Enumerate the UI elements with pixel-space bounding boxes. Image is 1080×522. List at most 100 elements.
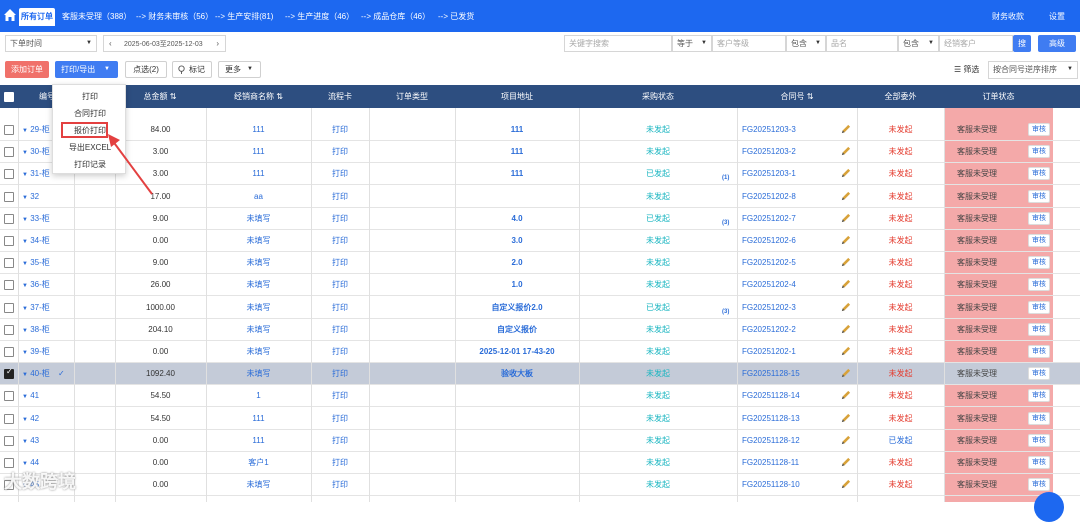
contract-no[interactable]: FG20251128-12 [742, 430, 800, 452]
expand-caret-icon[interactable]: ▼ [22, 128, 28, 134]
row-checkbox[interactable] [4, 258, 14, 269]
audit-button[interactable]: 审核 [1028, 189, 1050, 203]
table-row[interactable]: ▼ 44 0.00 客户1 打印 未发起 FG20251128-11 未发起 客服未受理 审核 [0, 452, 1080, 474]
keyword-search-input[interactable]: 关键字搜索 [564, 35, 672, 52]
table-row[interactable]: ▼ 37-柜 1000.00 未填写 打印 自定义报价2.0 已发起 (3) FG202512… [0, 297, 1080, 319]
expand-caret-icon[interactable]: ▼ [22, 306, 28, 312]
outsource-status[interactable]: 未发起 [857, 341, 944, 363]
purchase-status[interactable]: 已发起 [579, 297, 737, 319]
col-dealer[interactable]: 经销商名称 ⇅ [206, 85, 311, 108]
audit-button[interactable]: 审核 [1028, 367, 1050, 381]
table-row[interactable]: ▼ 34-柜 0.00 未填写 打印 3.0 未发起 FG20251202-6 未发起 客服未受… [0, 230, 1080, 252]
table-row[interactable]: ▼ 36-柜 26.00 未填写 打印 1.0 未发起 FG20251202-4 未发起 客服未… [0, 274, 1080, 297]
address-cell[interactable]: 2025-12-01 17-43-20 [455, 341, 579, 363]
purchase-count[interactable]: (1) [722, 175, 729, 181]
dealer-cell[interactable]: 未填写 [206, 297, 311, 319]
row-checkbox[interactable] [4, 347, 14, 357]
purchase-status[interactable]: 未发起 [579, 119, 737, 141]
table-row[interactable]: ▼ 38-柜 204.10 未填写 打印 自定义报价 未发起 FG20251202-2 未发起… [0, 319, 1080, 341]
outsource-status[interactable]: 未发起 [857, 319, 944, 341]
row-checkbox[interactable] [4, 302, 14, 313]
purchase-count[interactable]: (3) [722, 220, 729, 226]
expand-caret-icon[interactable]: ▼ [22, 261, 28, 267]
col-status[interactable]: 订单状态 [944, 85, 1053, 108]
order-no[interactable]: ▼ 30-柜 [22, 141, 50, 163]
more-button[interactable]: 更多 ▼ [218, 61, 261, 78]
col-purchase[interactable]: 采购状态 [579, 85, 737, 108]
purchase-status[interactable]: 已发起 [579, 208, 737, 230]
outsource-status[interactable]: 已发起 [857, 430, 944, 452]
address-cell[interactable] [455, 385, 579, 407]
pencil-icon[interactable] [840, 457, 851, 468]
dealer-cell[interactable]: 未填写 [206, 474, 311, 496]
purchase-status[interactable]: 未发起 [579, 274, 737, 296]
order-no[interactable]: ▼ 38-柜 [22, 319, 50, 341]
step-shipped[interactable]: --> 已发货 [438, 11, 474, 22]
flow-card-print-link[interactable]: 打印 [311, 319, 369, 341]
row-checkbox[interactable] [4, 413, 14, 424]
table-row[interactable]: ▼ 40-柜✓1092.40未填写打印验收大板未发起FG20251128-15未… [0, 363, 1080, 386]
col-amount[interactable]: 总金额 ⇅ [115, 85, 205, 108]
order-no[interactable]: ▼ 41 [22, 385, 39, 407]
purchase-status[interactable]: 已发起 [579, 163, 737, 185]
purchase-status[interactable]: 未发起 [579, 474, 737, 496]
address-cell[interactable] [455, 430, 579, 452]
row-checkbox[interactable] [4, 435, 14, 446]
order-no[interactable]: ▼ 31-柜 [22, 163, 50, 185]
contract-no[interactable]: FG20251202-8 [742, 186, 796, 208]
contract-no[interactable]: FG20251203-1 [742, 163, 796, 185]
expand-caret-icon[interactable]: ▼ [22, 417, 28, 423]
audit-button[interactable]: 审核 [1028, 411, 1050, 425]
print-export-button[interactable]: 打印/导出 ▼ [55, 61, 118, 78]
pencil-icon[interactable] [840, 257, 851, 268]
table-row[interactable]: ▼ 31-柜 3.00 111 打印 111 已发起 (1) FG20251203-1 未发起客… [0, 163, 1080, 186]
purchase-status[interactable]: 未发起 [579, 452, 737, 474]
outsource-status[interactable]: 未发起 [857, 163, 944, 185]
pencil-icon[interactable] [840, 368, 851, 379]
pencil-icon[interactable] [840, 324, 851, 335]
audit-button[interactable]: 审核 [1028, 300, 1050, 314]
flow-card-print-link[interactable]: 打印 [311, 119, 369, 141]
order-no[interactable]: ▼ 34-柜 [22, 230, 50, 252]
audit-button[interactable]: 审核 [1028, 211, 1050, 225]
add-order-button[interactable]: 添加订单 [5, 61, 49, 78]
pencil-icon[interactable] [840, 479, 851, 490]
dealer-cell[interactable]: 111 [206, 430, 311, 452]
operator-select-3[interactable]: 包含 ▼ [898, 35, 939, 52]
col-flow[interactable]: 流程卡 [311, 85, 369, 108]
outsource-status[interactable]: 未发起 [857, 141, 944, 163]
audit-button[interactable]: 审核 [1028, 123, 1050, 136]
mark-button[interactable]: 标记 [172, 61, 212, 78]
purchase-status[interactable]: 未发起 [579, 186, 737, 208]
dealer-cell[interactable]: 未填写 [206, 341, 311, 363]
outsource-status[interactable]: 未发起 [857, 385, 944, 407]
outsource-status[interactable]: 未发起 [857, 252, 944, 274]
step-finished-warehouse[interactable]: --> 成品仓库（46） [361, 11, 430, 22]
flow-card-print-link[interactable]: 打印 [311, 408, 369, 430]
flow-card-print-link[interactable]: 打印 [311, 452, 369, 474]
flow-card-print-link[interactable]: 打印 [311, 208, 369, 230]
row-checkbox[interactable] [4, 125, 14, 135]
col-outsource[interactable]: 全部委外 [857, 85, 944, 108]
floating-action-button[interactable] [1034, 492, 1064, 522]
date-range-picker[interactable]: ‹ 2025-06-03至2025-12-03 › [103, 35, 226, 52]
expand-caret-icon[interactable]: ▼ [22, 217, 28, 223]
expand-caret-icon[interactable]: ▼ [22, 172, 28, 178]
expand-caret-icon[interactable]: ▼ [22, 439, 28, 445]
address-cell[interactable] [455, 452, 579, 474]
dealer-cell[interactable]: 未填写 [206, 208, 311, 230]
purchase-count[interactable]: (3) [722, 309, 729, 315]
order-no[interactable]: ▼ 33-柜 [22, 208, 50, 230]
purchase-status[interactable]: 未发起 [579, 363, 737, 385]
purchase-status[interactable]: 未发起 [579, 252, 737, 274]
pencil-icon[interactable] [840, 346, 851, 357]
expand-caret-icon[interactable]: ▼ [22, 394, 28, 400]
address-cell[interactable] [455, 474, 579, 496]
expand-caret-icon[interactable]: ▼ [22, 239, 28, 245]
contract-no[interactable]: FG20251128-13 [742, 408, 800, 430]
pencil-icon[interactable] [840, 235, 851, 246]
outsource-status[interactable]: 未发起 [857, 186, 944, 208]
dealer-cell[interactable]: 未填写 [206, 230, 311, 252]
finance-receipt-link[interactable]: 财务收款 [992, 11, 1024, 22]
address-cell[interactable]: 1.0 [455, 274, 579, 296]
